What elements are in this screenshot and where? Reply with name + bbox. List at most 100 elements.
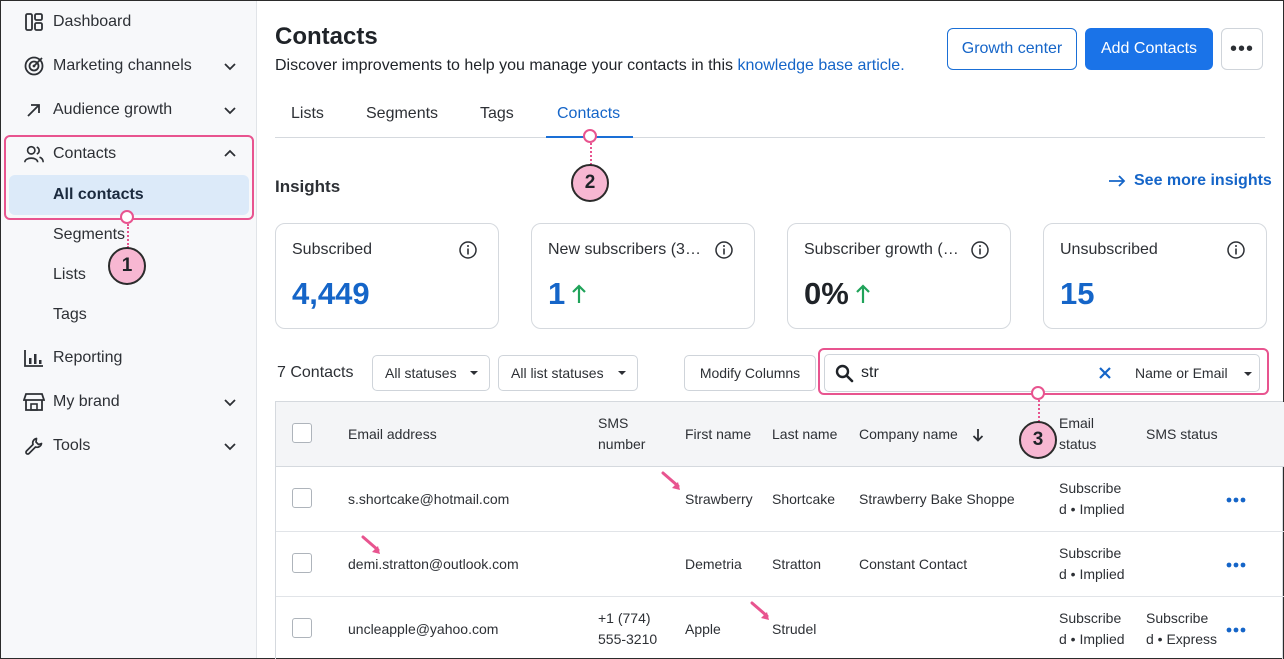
cell-email[interactable]: s.shortcake@hotmail.com bbox=[348, 489, 509, 510]
caret-down-icon bbox=[618, 371, 626, 375]
sidebar-item-audience-growth[interactable]: Audience growth bbox=[1, 90, 257, 130]
sidebar-item-label: Dashboard bbox=[53, 13, 132, 30]
table-row[interactable]: uncleapple@yahoo.com +1 (774) 555-3210 Ap… bbox=[276, 597, 1284, 659]
trend-up-icon bbox=[572, 284, 587, 303]
sms-status-line2: d • Express bbox=[1146, 631, 1218, 647]
sidebar-item-label: Tools bbox=[53, 437, 91, 454]
table-row[interactable]: s.shortcake@hotmail.com Strawberry Short… bbox=[276, 467, 1284, 532]
callout-badge-2: 2 bbox=[571, 164, 609, 202]
card-value-row: 15 bbox=[1060, 276, 1094, 312]
tab-lists[interactable]: Lists bbox=[291, 105, 324, 123]
page-subtitle-text: Discover improvements to help you manage… bbox=[275, 57, 738, 74]
tab-tags[interactable]: Tags bbox=[480, 105, 514, 123]
annotation-arrow-icon bbox=[661, 471, 680, 490]
header-last-name[interactable]: Last name bbox=[772, 424, 837, 445]
info-icon[interactable] bbox=[458, 240, 478, 260]
contacts-table: Email address SMS number First name Last … bbox=[275, 401, 1284, 659]
cell-last-name: Strudel bbox=[772, 621, 817, 637]
sidebar-item-label: Marketing channels bbox=[53, 57, 192, 74]
cell-first-name: Strawberry bbox=[685, 491, 753, 507]
email-status-line1: Subscribe bbox=[1059, 610, 1122, 626]
header-sms-number[interactable]: SMS number bbox=[598, 413, 645, 455]
status-filter-value: All statuses bbox=[385, 365, 457, 381]
header-email-status[interactable]: Email status bbox=[1059, 413, 1096, 455]
growth-center-button[interactable]: Growth center bbox=[947, 28, 1077, 70]
sidebar-item-marketing-channels[interactable]: Marketing channels bbox=[1, 46, 257, 86]
status-filter-select[interactable]: All statuses bbox=[372, 355, 490, 391]
header-company-label: Company name bbox=[859, 426, 958, 442]
page-subtitle: Discover improvements to help you manage… bbox=[275, 57, 905, 75]
contact-count: 7 Contacts bbox=[277, 364, 354, 381]
cell-email-status: Subscribe d • Implied bbox=[1059, 608, 1125, 650]
knowledge-base-link[interactable]: knowledge base article. bbox=[737, 57, 904, 74]
header-first-name[interactable]: First name bbox=[685, 424, 751, 445]
info-icon[interactable] bbox=[970, 240, 990, 260]
callout-badge-3: 3 bbox=[1019, 421, 1057, 459]
table-row[interactable]: demi.stratton@outlook.com Demetria Strat… bbox=[276, 532, 1284, 597]
email-status-line2: d • Implied bbox=[1059, 566, 1125, 582]
tab-contacts[interactable]: Contacts bbox=[557, 105, 620, 123]
cell-email-status: Subscribe d • Implied bbox=[1059, 543, 1125, 585]
select-all-checkbox[interactable] bbox=[292, 423, 312, 443]
sidebar-item-my-brand[interactable]: My brand bbox=[1, 382, 257, 422]
row-checkbox[interactable] bbox=[292, 553, 312, 573]
tab-segments[interactable]: Segments bbox=[366, 105, 438, 123]
sidebar-item-reporting[interactable]: Reporting bbox=[1, 338, 257, 378]
see-more-insights-link[interactable]: See more insights bbox=[1108, 172, 1272, 190]
chevron-down-icon bbox=[224, 443, 236, 451]
header-company-name[interactable]: Company name bbox=[859, 424, 984, 445]
sidebar-item-label: My brand bbox=[53, 393, 120, 410]
row-checkbox[interactable] bbox=[292, 488, 312, 508]
annotation-arrow-icon bbox=[750, 601, 769, 620]
sidebar-subitem-label: Segments bbox=[53, 226, 126, 243]
annotation-dot bbox=[583, 129, 597, 143]
annotation-connector bbox=[127, 224, 129, 248]
cell-company: Constant Contact bbox=[859, 556, 968, 572]
sort-descending-icon bbox=[972, 428, 983, 442]
modify-columns-button[interactable]: Modify Columns bbox=[684, 355, 816, 391]
annotation-highlight-contacts bbox=[4, 135, 254, 220]
sidebar-subitem-tags[interactable]: Tags bbox=[9, 295, 249, 335]
cell-email-status: Subscribe d • Implied bbox=[1059, 478, 1125, 520]
insight-card-subscriber-growth: Subscriber growth (30 days) 0% bbox=[787, 223, 1011, 329]
sidebar-item-label: Reporting bbox=[53, 349, 123, 366]
arrow-up-right-icon bbox=[23, 99, 45, 121]
wrench-icon bbox=[23, 435, 45, 457]
main-content: Contacts Discover improvements to help y… bbox=[258, 1, 1284, 659]
list-status-filter-value: All list statuses bbox=[511, 365, 604, 381]
cell-company: Strawberry Bake Shoppe bbox=[859, 491, 1015, 507]
row-checkbox[interactable] bbox=[292, 618, 312, 638]
sidebar-item-tools[interactable]: Tools bbox=[1, 426, 257, 466]
cell-sms-status: Subscribe d • Express bbox=[1146, 608, 1217, 650]
row-actions-icon[interactable] bbox=[1226, 497, 1246, 503]
add-contacts-button[interactable]: Add Contacts bbox=[1085, 28, 1213, 70]
email-status-line2: d • Implied bbox=[1059, 501, 1125, 517]
header-sms-status[interactable]: SMS status bbox=[1146, 424, 1218, 445]
header-email-status-line2: status bbox=[1059, 436, 1097, 452]
email-status-line2: d • Implied bbox=[1059, 631, 1125, 647]
page-title: Contacts bbox=[275, 23, 378, 50]
callout-badge-1: 1 bbox=[108, 247, 146, 285]
row-actions-icon[interactable] bbox=[1226, 562, 1246, 568]
target-icon bbox=[23, 55, 45, 77]
more-options-button[interactable]: ••• bbox=[1221, 28, 1263, 70]
tab-bar: Lists Segments Tags Contacts bbox=[275, 101, 1265, 138]
row-actions-icon[interactable] bbox=[1226, 627, 1246, 633]
cell-email[interactable]: uncleapple@yahoo.com bbox=[348, 619, 498, 640]
card-label: Unsubscribed bbox=[1060, 241, 1158, 258]
sidebar-item-dashboard[interactable]: Dashboard bbox=[1, 2, 257, 42]
list-status-filter-select[interactable]: All list statuses bbox=[498, 355, 638, 391]
see-more-label: See more insights bbox=[1134, 172, 1272, 189]
arrow-right-icon bbox=[1109, 175, 1126, 187]
info-icon[interactable] bbox=[1226, 240, 1246, 260]
email-status-line1: Subscribe bbox=[1059, 545, 1122, 561]
card-value: 1 bbox=[548, 276, 566, 311]
caret-down-icon bbox=[470, 371, 478, 375]
info-icon[interactable] bbox=[714, 240, 734, 260]
sms-number-line2: 555-3210 bbox=[598, 631, 658, 647]
header-sms-line1: SMS bbox=[598, 415, 629, 431]
store-icon bbox=[23, 391, 45, 413]
header-email[interactable]: Email address bbox=[348, 424, 437, 445]
chevron-down-icon bbox=[224, 63, 236, 71]
insight-card-unsubscribed: Unsubscribed 15 bbox=[1043, 223, 1267, 329]
